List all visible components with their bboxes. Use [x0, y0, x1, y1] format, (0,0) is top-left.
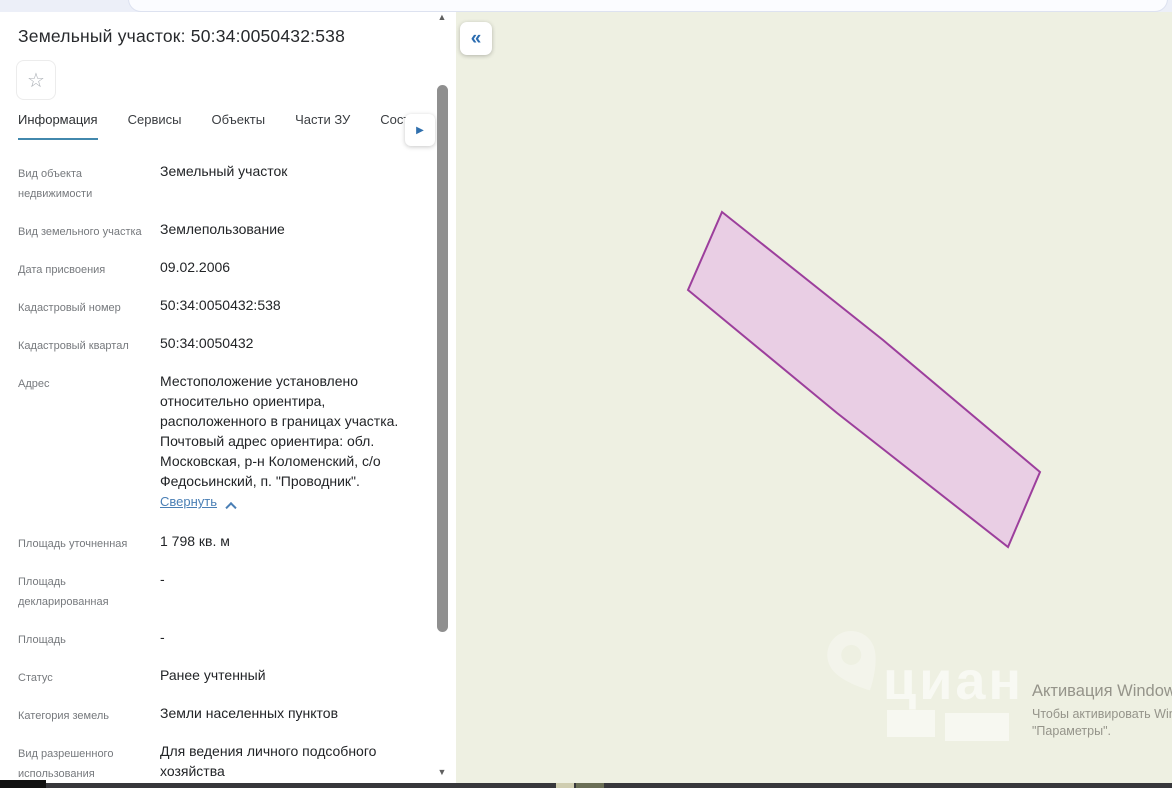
app-window: Земельный участок: 50:34:0050432:538 ☆ И… — [0, 0, 1172, 788]
field-row: Дата присвоения 09.02.2006 — [18, 257, 422, 280]
field-value-wrap: 50:34:0050432:538 — [160, 295, 422, 318]
activation-line3: "Параметры". — [1032, 724, 1111, 738]
scroll-down-arrow[interactable]: ▼ — [435, 765, 449, 779]
field-label: Категория земель — [18, 710, 109, 722]
field-value-wrap: - — [160, 569, 422, 612]
field-label: Вид объекта недвижимости — [18, 168, 93, 200]
double-chevron-left-icon: « — [470, 27, 482, 49]
tab-3[interactable]: Объекты — [211, 112, 265, 140]
field-value: 1 798 кв. м — [160, 533, 230, 549]
field-row: Площадь - — [18, 627, 422, 650]
field-value: 50:34:0050432 — [160, 335, 254, 351]
field-list: Вид объекта недвижимости Земельный участо… — [18, 161, 422, 783]
tab-4[interactable]: Части ЗУ — [295, 112, 350, 140]
windows-activation-watermark: Активация Windows Чтобы активировать Win… — [1032, 682, 1172, 738]
field-value: 50:34:0050432:538 — [160, 297, 281, 313]
field-row: Вид земельного участка Землепользование — [18, 219, 422, 242]
field-value: - — [160, 629, 165, 645]
field-value-wrap: Ранее учтенный — [160, 665, 422, 688]
field-value: - — [160, 571, 165, 587]
field-row: Категория земель Земли населенных пунктов — [18, 703, 422, 726]
field-value: Местоположение установлено относительно … — [160, 373, 399, 489]
field-row: Кадастровый номер 50:34:0050432:538 — [18, 295, 422, 318]
field-value-wrap: 50:34:0050432 — [160, 333, 422, 356]
page-title: Земельный участок: 50:34:0050432:538 — [18, 26, 346, 46]
favorite-button[interactable]: ☆ — [16, 60, 56, 100]
field-label: Адрес — [18, 378, 50, 390]
field-value: Земельный участок — [160, 163, 288, 179]
field-row: Вид разрешенного использования Для ведени… — [18, 741, 422, 783]
taskbar-icon-edge — [576, 783, 604, 788]
chevron-up-icon[interactable] — [225, 502, 237, 514]
collapse-address-link[interactable]: Свернуть — [160, 494, 217, 509]
panel-scrollbar-thumb[interactable] — [437, 85, 448, 632]
field-value: Земли населенных пунктов — [160, 705, 339, 721]
map-canvas[interactable]: циан Активация Windows Чтобы активироват… — [456, 12, 1172, 783]
field-value: Землепользование — [160, 221, 285, 237]
field-label: Площадь уточненная — [18, 538, 128, 550]
taskbar-icon-edge — [556, 783, 574, 788]
field-value: 09.02.2006 — [160, 259, 231, 275]
field-row: Адрес Местоположение установлено относите… — [18, 371, 422, 516]
horizontal-scrollbar-thumb[interactable] — [0, 780, 46, 788]
collapse-panel-button[interactable]: « — [460, 22, 492, 55]
field-value: Для ведения личного подсобного хозяйства — [160, 743, 377, 779]
field-value-wrap: Земли населенных пунктов — [160, 703, 422, 726]
field-value-wrap: 09.02.2006 — [160, 257, 422, 280]
browser-strip — [0, 0, 1172, 12]
activation-line2: Чтобы активировать Windows, — [1032, 707, 1172, 721]
field-label: Вид земельного участка — [18, 226, 142, 238]
tabs-scroll-right-button[interactable]: ▶ — [405, 114, 435, 146]
field-row: Площадь уточненная 1 798 кв. м — [18, 531, 422, 554]
chevron-right-icon: ▶ — [416, 124, 424, 136]
field-label: Площадь — [18, 634, 66, 646]
field-row: Вид объекта недвижимости Земельный участо… — [18, 161, 422, 204]
field-label: Кадастровый номер — [18, 302, 121, 314]
field-value-wrap: - — [160, 627, 422, 650]
scroll-up-arrow[interactable]: ▲ — [435, 10, 449, 24]
field-label: Вид разрешенного использования — [18, 748, 114, 780]
field-label: Кадастровый квартал — [18, 340, 129, 352]
field-value-wrap: Земельный участок — [160, 161, 422, 204]
field-value: Ранее учтенный — [160, 667, 266, 683]
activation-line1: Активация Windows — [1032, 682, 1172, 700]
star-icon: ☆ — [27, 69, 45, 92]
field-row: Кадастровый квартал 50:34:0050432 — [18, 333, 422, 356]
parcel-info-panel: Земельный участок: 50:34:0050432:538 ☆ И… — [0, 12, 456, 783]
field-value-wrap: 1 798 кв. м — [160, 531, 422, 554]
field-value-wrap: Местоположение установлено относительно … — [160, 371, 422, 514]
field-row: Статус Ранее учтенный — [18, 665, 422, 688]
tab-1[interactable]: Информация — [18, 112, 98, 140]
tab-2[interactable]: Сервисы — [128, 112, 182, 140]
tab-bar: Информация Сервисы Объекты Части ЗУ Соста — [18, 112, 416, 140]
field-value-wrap: Землепользование — [160, 219, 422, 242]
address-bar-edge[interactable] — [128, 0, 1168, 12]
field-label: Статус — [18, 672, 53, 684]
parcel-layer — [686, 210, 1042, 549]
field-row: Площадь декларированная - — [18, 569, 422, 612]
field-label: Площадь декларированная — [18, 576, 109, 608]
field-value-wrap: Для ведения личного подсобного хозяйства — [160, 741, 422, 783]
field-label: Дата присвоения — [18, 264, 106, 276]
parcel-polygon[interactable] — [686, 210, 1042, 549]
